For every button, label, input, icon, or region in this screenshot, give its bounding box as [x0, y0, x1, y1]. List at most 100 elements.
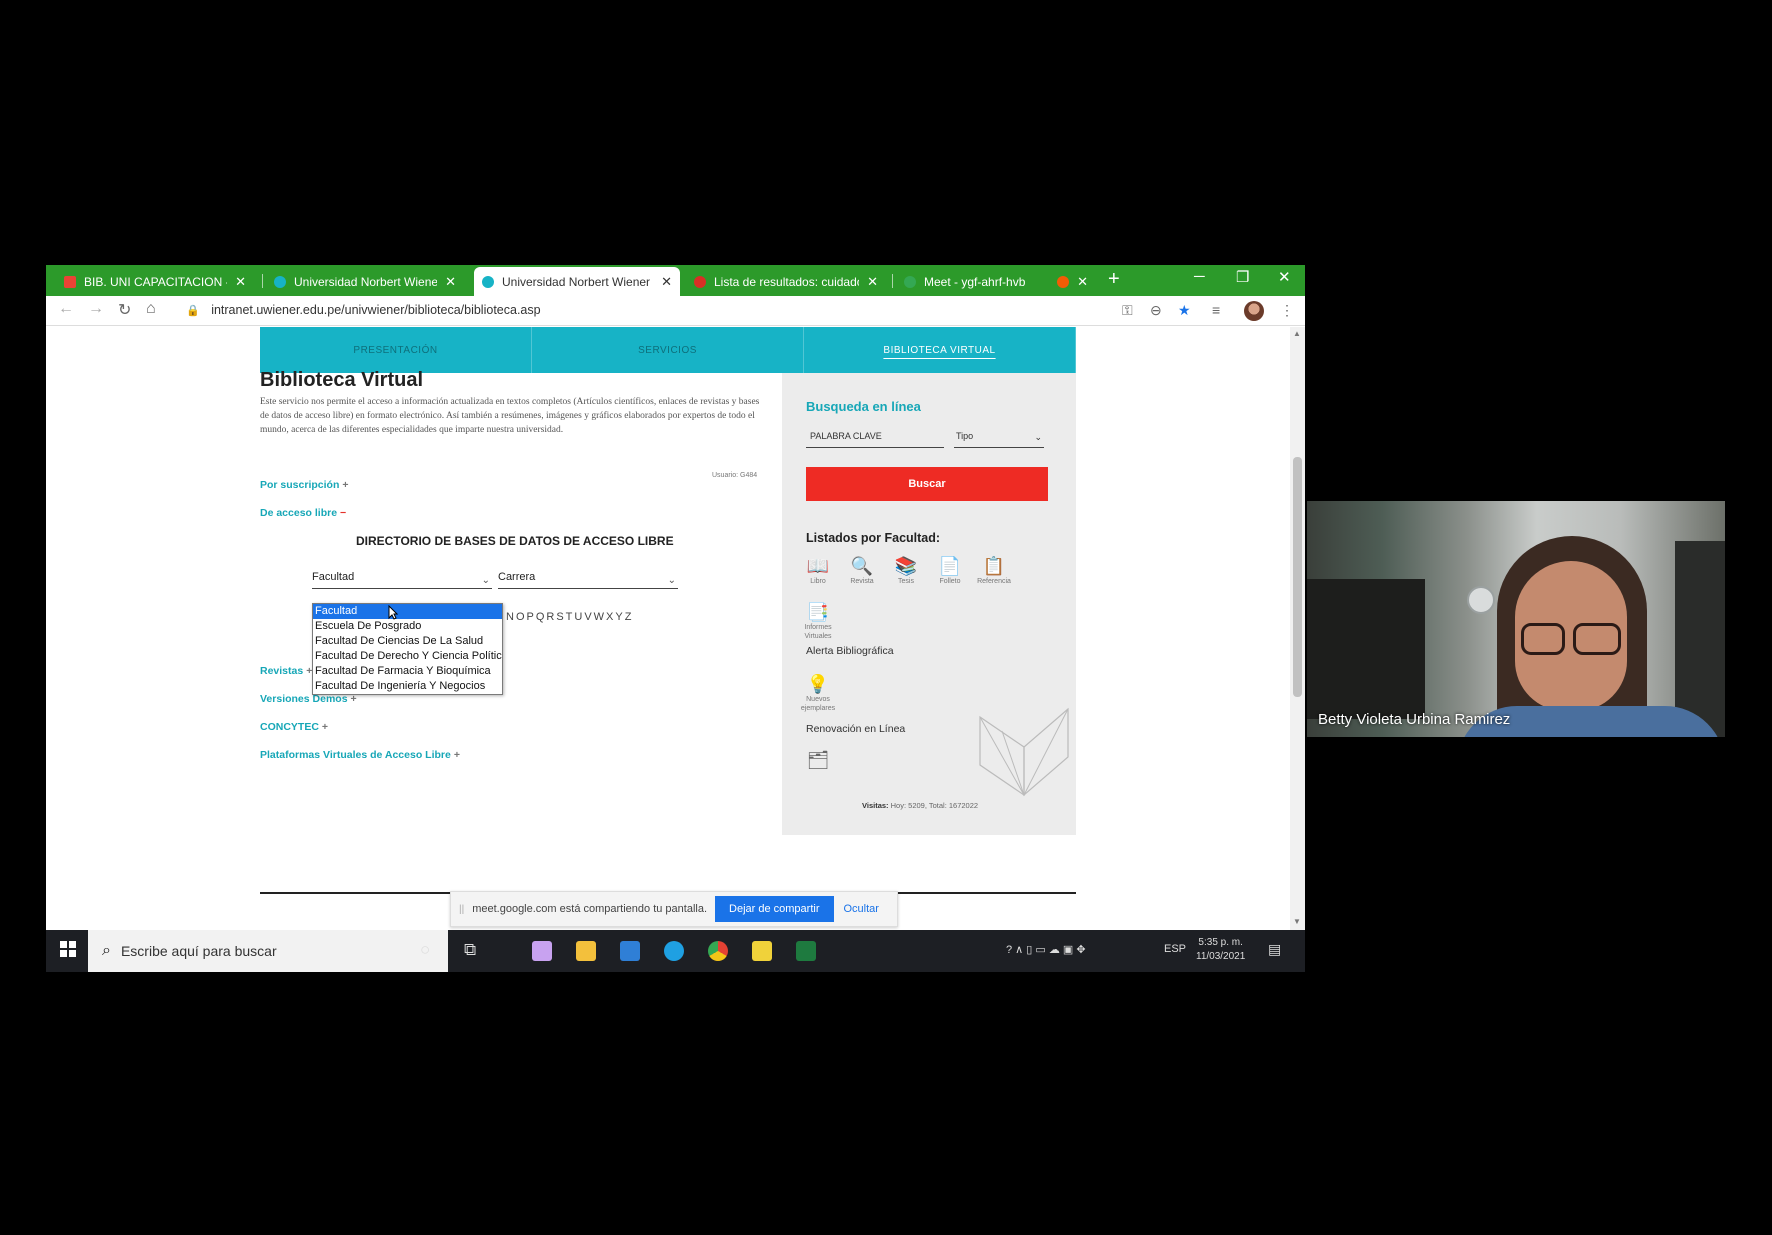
acceso-libre-link[interactable]: De acceso libre − [260, 507, 346, 519]
plataformas-virtuales-link[interactable]: Plataformas Virtuales de Acceso Libre + [260, 749, 460, 761]
dropdown-option[interactable]: Facultad De Ciencias De La Salud [313, 634, 502, 649]
dropdown-option[interactable]: Facultad De Farmacia Y Bioquímica [313, 664, 502, 679]
back-icon[interactable]: ← [58, 300, 74, 318]
file-explorer-icon[interactable] [576, 941, 596, 961]
por-suscripcion-link[interactable]: Por suscripción + [260, 479, 349, 491]
close-tab-icon[interactable]: ✕ [445, 274, 456, 290]
zoom-icon[interactable]: ⊖ [1150, 302, 1162, 319]
tab-wiener-active[interactable]: Universidad Norbert Wiener ✕ [474, 267, 680, 296]
nav-servicios[interactable]: SERVICIOS [532, 327, 804, 373]
taskbar-search-box[interactable]: ⌕ Escribe aquí para buscar [88, 930, 448, 972]
tipo-select[interactable]: Tipo ⌄ [954, 428, 1044, 448]
chevron-down-icon: ⌄ [481, 575, 490, 586]
taskbar-clock[interactable]: 5:35 p. m. 11/03/2021 [1196, 936, 1245, 964]
meet-favicon-icon [904, 275, 916, 288]
nav-presentacion[interactable]: PRESENTACIÓN [260, 327, 532, 373]
close-window-icon[interactable]: ✕ [1278, 268, 1291, 286]
dropdown-option[interactable]: Facultad De Derecho Y Ciencia Política [313, 649, 502, 664]
tab-separator [892, 274, 893, 288]
renovacion-en-linea-link[interactable]: Renovación en Línea [806, 723, 905, 735]
site-top-nav: PRESENTACIÓN SERVICIOS BIBLIOTECA VIRTUA… [260, 327, 1076, 373]
buscar-button[interactable]: Buscar [806, 467, 1048, 501]
reload-icon[interactable]: ↻ [118, 300, 131, 320]
carrera-select[interactable]: Carrera ⌄ [498, 571, 678, 589]
brochure-icon: 📄 [938, 556, 962, 576]
gmail-favicon-icon [64, 275, 76, 288]
alphabet-filter[interactable]: NOPQRSTUVWXYZ [506, 611, 633, 623]
drag-handle-icon[interactable]: || [459, 904, 464, 915]
busqueda-title: Busqueda en línea [806, 399, 921, 414]
renovacion-link[interactable]: 🗂 [796, 749, 840, 771]
windows-start-icon[interactable] [60, 941, 76, 957]
system-tray-icons[interactable]: ? ∧ ▯ ▭ ☁ ▣ ✥ [1006, 943, 1086, 956]
minimize-icon[interactable]: ─ [1194, 268, 1205, 285]
browser-tab-strip: BIB. UNI CAPACITACION - ges ✕ Universida… [46, 265, 1305, 296]
tab-meet[interactable]: Meet - ygf-ahrf-hvb ✕ [896, 267, 1096, 296]
recording-dot-icon [1057, 275, 1070, 288]
referencia-link[interactable]: 📋 Referencia [972, 555, 1016, 586]
close-tab-icon[interactable]: ✕ [1077, 274, 1088, 290]
folleto-link[interactable]: 📄 Folleto [928, 555, 972, 586]
address-bar[interactable]: 🔒 intranet.uwiener.edu.pe/univwiener/bib… [186, 303, 541, 317]
scroll-up-icon[interactable]: ▲ [1293, 329, 1301, 338]
page-scrollbar[interactable]: ▲ ▼ [1290, 327, 1305, 930]
tesis-link[interactable]: 📚 Tesis [884, 555, 928, 586]
mail-app-icon[interactable] [620, 941, 640, 961]
scrollbar-thumb[interactable] [1293, 457, 1302, 697]
revistas-link[interactable]: Revistas + [260, 665, 312, 677]
dropdown-option[interactable]: Facultad [313, 604, 502, 619]
cortana-icon[interactable]: ○ [420, 940, 430, 960]
user-id-label: Usuario: G484 [712, 472, 758, 479]
magazine-search-icon: 🔍 [850, 556, 874, 576]
participant-video-tile[interactable]: Betty Violeta Urbina Ramirez [1307, 501, 1725, 737]
chrome-menu-icon[interactable]: ⋮ [1280, 302, 1294, 319]
close-tab-icon[interactable]: ✕ [661, 274, 672, 290]
language-indicator[interactable]: ESP [1164, 943, 1186, 955]
tab-bib-uni[interactable]: BIB. UNI CAPACITACION - ges ✕ [56, 267, 254, 296]
edge-browser-icon[interactable] [664, 941, 684, 961]
sticky-notes-icon[interactable] [752, 941, 772, 961]
url-text: intranet.uwiener.edu.pe/univwiener/bibli… [211, 303, 541, 317]
share-notice-text: meet.google.com está compartiendo tu pan… [472, 903, 708, 915]
nuevos-ejemplares-link[interactable]: 💡 Nuevos ejemplares [796, 673, 840, 713]
listados-title: Listados por Facultad: [806, 531, 941, 545]
chrome-app-icon[interactable] [708, 941, 728, 961]
revista-link[interactable]: 🔍 Revista [840, 555, 884, 586]
alerta-bibliografica-link[interactable]: Alerta Bibliográfica [806, 645, 894, 657]
new-tab-button[interactable]: + [1108, 268, 1120, 291]
facultad-select[interactable]: Facultad ⌄ [312, 571, 492, 589]
notifications-icon[interactable]: ▤ [1268, 941, 1281, 958]
scroll-down-icon[interactable]: ▼ [1293, 917, 1301, 926]
excel-app-icon[interactable] [796, 941, 816, 961]
close-tab-icon[interactable]: ✕ [235, 274, 246, 290]
restore-icon[interactable]: ❐ [1236, 268, 1249, 286]
tab-wiener-1[interactable]: Universidad Norbert Wiener ✕ [266, 267, 464, 296]
task-view-icon[interactable]: ⧉ [464, 940, 476, 960]
stop-sharing-button[interactable]: Dejar de compartir [715, 896, 834, 922]
hide-share-bar-button[interactable]: Ocultar [844, 903, 879, 915]
facultad-dropdown-list[interactable]: Facultad Escuela De Posgrado Facultad De… [312, 603, 503, 695]
meet-share-bar: || meet.google.com está compartiendo tu … [450, 891, 898, 927]
close-tab-icon[interactable]: ✕ [867, 274, 878, 290]
paint-app-icon[interactable] [532, 941, 552, 961]
tab-lista-resultados[interactable]: Lista de resultados: cuidados c ✕ [686, 267, 886, 296]
reference-icon: 📋 [982, 556, 1006, 576]
profile-avatar[interactable] [1244, 301, 1264, 321]
libro-link[interactable]: 📖 Libro [796, 555, 840, 586]
dropdown-option[interactable]: Facultad De Ingeniería Y Negocios [313, 679, 502, 694]
thesis-books-icon: 📚 [894, 556, 918, 576]
shared-screen: BIB. UNI CAPACITACION - ges ✕ Universida… [46, 265, 1305, 972]
concytec-link[interactable]: CONCYTEC + [260, 721, 328, 733]
key-icon[interactable]: ⚿ [1122, 302, 1133, 319]
home-icon[interactable]: ⌂ [146, 300, 156, 318]
media-queue-icon[interactable]: ≡ [1212, 302, 1220, 318]
forward-icon[interactable]: → [88, 300, 104, 318]
dropdown-option[interactable]: Escuela De Posgrado [313, 619, 502, 634]
bookmark-star-icon[interactable]: ★ [1178, 302, 1191, 319]
keyword-input[interactable]: PALABRA CLAVE [806, 428, 944, 448]
search-icon: ⌕ [102, 942, 111, 959]
tab-separator [262, 274, 263, 288]
renewal-card-icon: 🗂 [806, 750, 830, 770]
nav-biblioteca-virtual[interactable]: BIBLIOTECA VIRTUAL [804, 327, 1076, 373]
informes-virtuales-link[interactable]: 📑 Informes Virtuales [796, 601, 840, 641]
